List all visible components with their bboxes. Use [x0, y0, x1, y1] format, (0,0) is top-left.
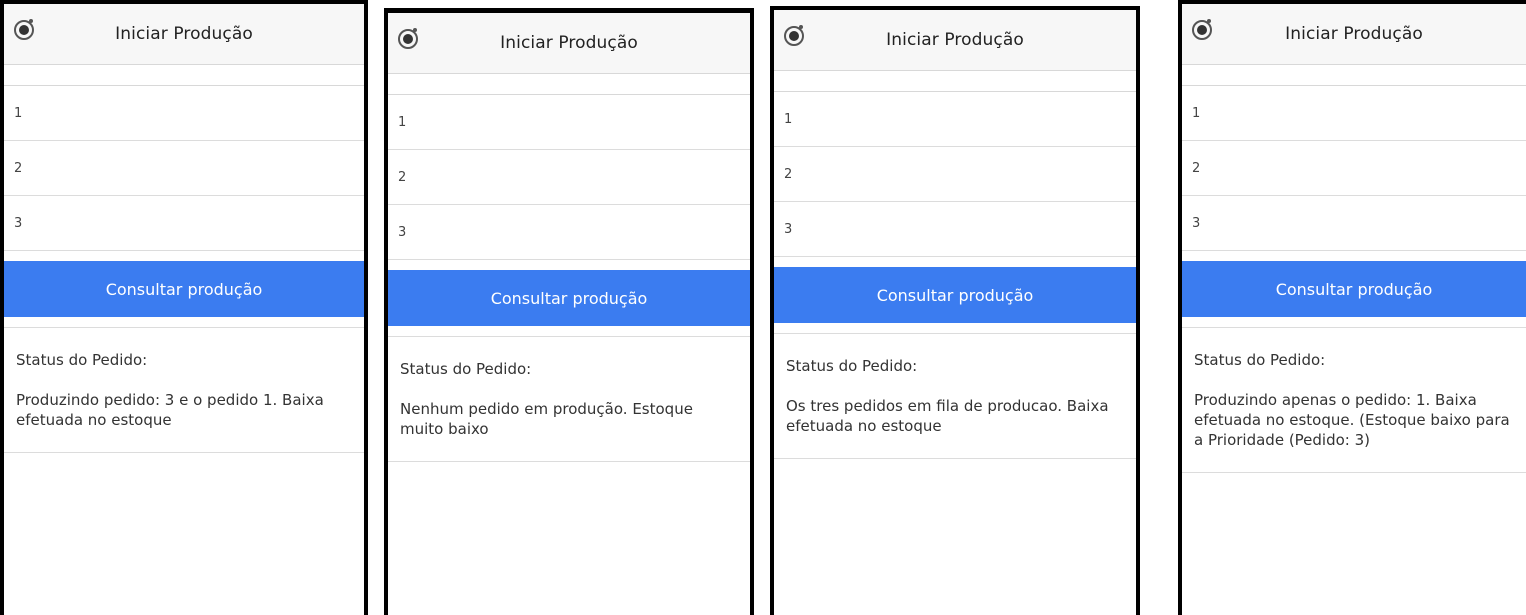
status-card: Status do Pedido: Produzindo apenas o pe…	[1182, 328, 1526, 473]
list-item-2[interactable]: 2	[774, 147, 1136, 202]
phone-screen-3: Iniciar Produção 1 2 3 Consultar produçã…	[770, 6, 1140, 615]
gap	[774, 257, 1136, 267]
phone-screen-2: Iniciar Produção 1 2 3 Consultar produçã…	[384, 8, 754, 615]
ionic-logo-icon	[784, 25, 804, 46]
phone-screen-1: Iniciar Produção 1 2 3 Consultar produçã…	[0, 0, 368, 615]
phone-screen-4: Iniciar Produção 1 2 3 Consultar produçã…	[1178, 0, 1526, 615]
gap	[1182, 251, 1526, 261]
consultar-producao-button[interactable]: Consultar produção	[1182, 261, 1526, 317]
list-spacer	[774, 71, 1136, 92]
list-item-3[interactable]: 3	[774, 202, 1136, 257]
status-label: Status do Pedido:	[16, 351, 148, 369]
page-title: Iniciar Produção	[1285, 24, 1423, 44]
page-title: Iniciar Produção	[115, 24, 253, 44]
status-text: Os tres pedidos em fila de producao. Bai…	[786, 397, 1109, 435]
app-header: Iniciar Produção	[774, 10, 1136, 71]
list-item-3[interactable]: 3	[388, 205, 750, 260]
divider	[774, 323, 1136, 334]
ionic-logo-icon	[14, 19, 34, 40]
divider	[1182, 317, 1526, 328]
divider	[4, 317, 364, 328]
status-text: Produzindo apenas o pedido: 1. Baixa efe…	[1194, 391, 1510, 449]
status-card: Status do Pedido: Os tres pedidos em fil…	[774, 334, 1136, 459]
list-item-1[interactable]: 1	[388, 95, 750, 150]
list-item-3[interactable]: 3	[4, 196, 364, 251]
divider	[388, 326, 750, 337]
status-card: Status do Pedido: Produzindo pedido: 3 e…	[4, 328, 364, 453]
list-item-2[interactable]: 2	[1182, 141, 1526, 196]
consultar-producao-button[interactable]: Consultar produção	[774, 267, 1136, 323]
status-text: Produzindo pedido: 3 e o pedido 1. Baixa…	[16, 391, 324, 429]
page-title: Iniciar Produção	[886, 30, 1024, 50]
list-spacer	[388, 74, 750, 95]
list-item-2[interactable]: 2	[388, 150, 750, 205]
app-header: Iniciar Produção	[4, 4, 364, 65]
consultar-producao-button[interactable]: Consultar produção	[388, 270, 750, 326]
screenshot-canvas: Iniciar Produção 1 2 3 Consultar produçã…	[0, 0, 1526, 615]
list-item-2[interactable]: 2	[4, 141, 364, 196]
gap	[388, 260, 750, 270]
list-item-1[interactable]: 1	[1182, 86, 1526, 141]
ionic-logo-icon	[398, 28, 418, 49]
list-item-1[interactable]: 1	[4, 86, 364, 141]
gap	[4, 251, 364, 261]
list-spacer	[4, 65, 364, 86]
status-label: Status do Pedido:	[400, 360, 532, 378]
consultar-producao-button[interactable]: Consultar produção	[4, 261, 364, 317]
status-label: Status do Pedido:	[786, 357, 918, 375]
status-text: Nenhum pedido em produção. Estoque muito…	[400, 400, 693, 438]
page-title: Iniciar Produção	[500, 33, 638, 53]
list-spacer	[1182, 65, 1526, 86]
app-header: Iniciar Produção	[388, 13, 750, 74]
list-item-3[interactable]: 3	[1182, 196, 1526, 251]
list-item-1[interactable]: 1	[774, 92, 1136, 147]
ionic-logo-icon	[1192, 19, 1212, 40]
status-card: Status do Pedido: Nenhum pedido em produ…	[388, 337, 750, 462]
status-label: Status do Pedido:	[1194, 351, 1326, 369]
app-header: Iniciar Produção	[1182, 4, 1526, 65]
